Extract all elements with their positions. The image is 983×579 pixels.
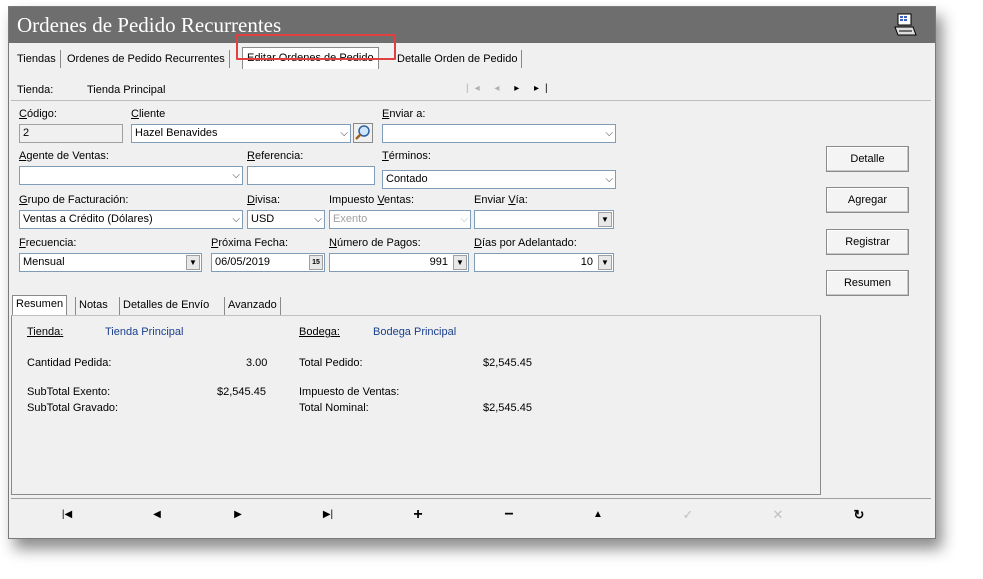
- store-value: Tienda Principal: [87, 84, 166, 96]
- dropdown-arrow-icon[interactable]: ▼: [598, 212, 612, 227]
- chevron-down-icon: ⌵: [460, 214, 468, 225]
- frecuencia-value: Mensual: [23, 256, 65, 268]
- tab-notas[interactable]: Notas: [75, 297, 111, 315]
- title-bar: Ordenes de Pedido Recurrentes: [9, 7, 935, 43]
- add-record-icon[interactable]: +: [408, 507, 428, 523]
- edit-record-icon[interactable]: ▲: [588, 507, 608, 523]
- summary-total-nominal-value: $2,545.45: [483, 402, 532, 414]
- bottom-nav-bar: |◀ ◀ ▶ ▶| + − ▲ ✓ ✕ ↻: [11, 498, 931, 531]
- impuesto-value: Exento: [333, 213, 368, 225]
- numero-pagos-label: Número de Pagos:: [329, 237, 421, 249]
- summary-panel: Tienda: Tienda Principal Bodega: Bodega …: [11, 315, 821, 495]
- summary-subtotal-exento-label: SubTotal Exento:: [27, 386, 111, 398]
- refresh-icon[interactable]: ↻: [849, 507, 869, 523]
- dropdown-arrow-icon[interactable]: ▼: [186, 255, 200, 270]
- proxima-fecha-label: Próxima Fecha:: [211, 237, 289, 249]
- enviar-via-label: Enviar Vía:: [474, 194, 528, 206]
- impuesto-label: Impuesto Ventas:: [329, 194, 415, 206]
- agregar-button[interactable]: Agregar: [826, 187, 909, 213]
- tab-detalle-orden[interactable]: Detalle Orden de Pedido: [393, 50, 523, 68]
- previous-record-icon[interactable]: ◀: [147, 507, 167, 523]
- dropdown-arrow-icon[interactable]: ▼: [453, 255, 467, 270]
- summary-bodega-value: Bodega Principal: [373, 326, 457, 338]
- summary-cantidad-label: Cantidad Pedida:: [27, 357, 112, 369]
- grupo-label: Grupo de Facturación:: [19, 194, 129, 206]
- terminos-label: Términos:: [382, 150, 431, 162]
- proxima-fecha-value: 06/05/2019: [215, 256, 271, 268]
- grupo-combo[interactable]: Ventas a Crédito (Dólares) ⌵: [19, 210, 243, 229]
- tab-ordenes-recurrentes[interactable]: Ordenes de Pedido Recurrentes: [63, 50, 230, 68]
- codigo-field[interactable]: 2: [19, 124, 123, 143]
- dias-adelantado-label: Días por Adelantado:: [474, 237, 577, 249]
- calendar-icon[interactable]: 15: [309, 255, 323, 270]
- agente-label: Agente de Ventas:: [19, 150, 109, 162]
- tab-tiendas[interactable]: Tiendas: [13, 50, 61, 68]
- enviar-a-label: Enviar a:: [382, 108, 426, 120]
- frecuencia-label: Frecuencia:: [19, 237, 77, 249]
- summary-total-nominal-label: Total Nominal:: [299, 402, 369, 414]
- chevron-down-icon[interactable]: ⌵: [232, 211, 240, 228]
- summary-cantidad-value: 3.00: [246, 357, 268, 369]
- last-record-icon[interactable]: ▶|: [318, 507, 338, 523]
- summary-impuesto-label: Impuesto de Ventas:: [299, 386, 400, 398]
- store-label: Tienda:: [17, 84, 54, 96]
- terminos-combo[interactable]: Contado ⌵: [382, 170, 616, 189]
- summary-tienda-label: Tienda:: [27, 326, 64, 338]
- grupo-value: Ventas a Crédito (Dólares): [23, 213, 153, 225]
- chevron-down-icon[interactable]: ⌵: [232, 167, 240, 184]
- chevron-down-icon[interactable]: ⌵: [314, 211, 322, 228]
- registrar-button[interactable]: Registrar: [826, 229, 909, 255]
- divisa-value: USD: [251, 213, 275, 225]
- cliente-combo[interactable]: Hazel Benavides ⌵: [131, 124, 351, 143]
- impuesto-combo: Exento ⌵: [329, 210, 471, 229]
- summary-total-pedido-value: $2,545.45: [483, 357, 532, 369]
- divisa-combo[interactable]: USD ⌵: [247, 210, 325, 229]
- referencia-label: Referencia:: [247, 150, 304, 162]
- cliente-value: Hazel Benavides: [135, 127, 218, 139]
- chevron-down-icon[interactable]: ⌵: [605, 125, 613, 142]
- first-record-icon[interactable]: |◀: [57, 507, 77, 523]
- search-icon[interactable]: [353, 123, 373, 143]
- numero-pagos-field[interactable]: 991 ▼: [329, 253, 469, 272]
- printer-calculator-icon[interactable]: [893, 13, 917, 37]
- tab-highlight-box: [236, 34, 396, 60]
- tab-detalles-envio[interactable]: Detalles de Envío: [119, 297, 212, 315]
- main-tab-strip: Tiendas Ordenes de Pedido Recurrentes Ed…: [9, 47, 935, 69]
- enviar-a-combo[interactable]: ⌵: [382, 124, 616, 143]
- proxima-fecha-field[interactable]: 06/05/2019 15: [211, 253, 325, 272]
- cliente-label: Cliente: [131, 108, 166, 120]
- summary-total-pedido-label: Total Pedido:: [299, 357, 363, 369]
- referencia-field[interactable]: [247, 166, 375, 185]
- next-record-icon[interactable]: ▶: [228, 507, 248, 523]
- delete-record-icon[interactable]: −: [499, 507, 519, 523]
- record-nav[interactable]: |◂ ◂ ▸ ▸|: [466, 83, 554, 94]
- frecuencia-combo[interactable]: Mensual ▼: [19, 253, 202, 272]
- cancel-edit-icon: ✕: [772, 507, 784, 522]
- resumen-button[interactable]: Resumen: [826, 270, 909, 296]
- dias-adelantado-value: 10: [580, 256, 593, 268]
- detalle-button[interactable]: Detalle: [826, 146, 909, 172]
- summary-subtotal-exento-value: $2,545.45: [217, 386, 266, 398]
- post-edit-icon: ✓: [682, 507, 694, 522]
- summary-bodega-label: Bodega:: [299, 326, 340, 338]
- dropdown-arrow-icon[interactable]: ▼: [598, 255, 612, 270]
- chevron-down-icon[interactable]: ⌵: [340, 125, 348, 142]
- divisa-label: Divisa:: [247, 194, 281, 206]
- codigo-label: Código:: [19, 108, 57, 120]
- store-bar: Tienda: Tienda Principal |◂ ◂ ▸ ▸|: [11, 80, 931, 101]
- summary-tienda-value: Tienda Principal: [105, 326, 184, 338]
- chevron-down-icon[interactable]: ⌵: [605, 171, 613, 188]
- dias-adelantado-field[interactable]: 10 ▼: [474, 253, 614, 272]
- tab-avanzado[interactable]: Avanzado: [224, 297, 281, 315]
- enviar-via-combo[interactable]: ▼: [474, 210, 614, 229]
- agente-combo[interactable]: ⌵: [19, 166, 243, 185]
- summary-subtotal-gravado-label: SubTotal Gravado:: [27, 402, 119, 414]
- terminos-value: Contado: [386, 173, 428, 185]
- tab-resumen[interactable]: Resumen: [12, 295, 68, 317]
- numero-pagos-value: 991: [429, 256, 448, 268]
